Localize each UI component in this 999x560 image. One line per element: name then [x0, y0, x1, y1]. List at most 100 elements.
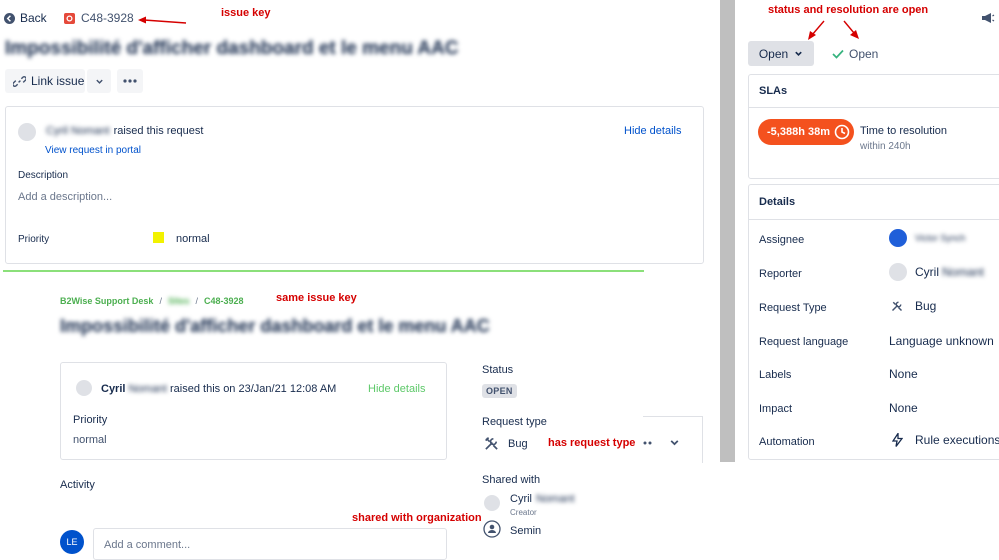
detail-value-impact[interactable]: None	[889, 401, 918, 415]
detail-label-impact: Impact	[759, 403, 793, 415]
commenter-initials: LE	[66, 537, 78, 547]
detail-label-request-type: Request Type	[759, 302, 827, 314]
description-label: Description	[18, 170, 69, 181]
request-details-card: Cyril Nomant raised this request View re…	[5, 106, 704, 264]
portal-reporter-last: Nomant	[128, 383, 167, 395]
sla-time: -5,388h 38m	[767, 126, 830, 138]
reporter-last: Nomant	[942, 265, 985, 279]
link-issue-button[interactable]: Link issue	[5, 69, 85, 93]
assignee-avatar	[889, 229, 907, 247]
detail-label-request-language: Request language	[759, 336, 849, 348]
portal-hide-details-link[interactable]: Hide details	[368, 383, 425, 395]
detail-label-automation: Automation	[759, 436, 815, 448]
annotation-same-issue-key: same issue key	[276, 292, 357, 304]
annotation-has-request-type: has request type	[548, 437, 636, 449]
request-type-label: Request type	[482, 416, 547, 428]
breadcrumb-item-key[interactable]: C48-3928	[204, 296, 244, 306]
portal-title: Impossibilité d'afficher dashboard et le…	[60, 316, 490, 336]
reporter-avatar	[889, 263, 907, 281]
activity-heading: Activity	[60, 479, 95, 491]
check-icon	[832, 49, 844, 59]
link-icon	[13, 75, 26, 88]
detail-label-assignee: Assignee	[759, 234, 805, 246]
overlapped-panel-fragment	[643, 416, 703, 463]
portal-raised-on: raised this on 23/Jan/21 12:08 AM	[170, 383, 337, 395]
description-input[interactable]: Add a description...	[18, 191, 112, 203]
annotation-issue-key: issue key	[221, 7, 271, 19]
status-label: Status	[482, 364, 514, 376]
hide-details-link[interactable]: Hide details	[624, 125, 681, 137]
portal-request-card: Cyril Nomant raised this on 23/Jan/21 12…	[60, 362, 447, 460]
portal-priority-value: normal	[73, 434, 107, 446]
back-label: Back	[20, 11, 47, 25]
more-actions-button[interactable]	[117, 69, 143, 93]
bolt-icon	[892, 433, 903, 447]
detail-value-request-type[interactable]: Bug	[891, 299, 936, 313]
sla-name: Time to resolution	[860, 125, 948, 137]
resolution-value: Open	[849, 47, 879, 61]
detail-label-reporter: Reporter	[759, 268, 802, 280]
issue-key: C48-3928	[81, 11, 134, 25]
priority-label: Priority	[18, 234, 50, 245]
annotation-shared-with-organization: shared with organization	[352, 512, 482, 524]
shared-creator-name: Cyril	[510, 493, 532, 505]
issue-title: Impossibilité d'afficher dashboard et le…	[5, 38, 459, 59]
panel-divider	[720, 0, 735, 462]
request-type-value: Bug	[508, 437, 528, 450]
chevron-down-icon[interactable]	[669, 437, 680, 448]
priority-color-swatch	[153, 232, 164, 243]
link-issue-label: Link issue	[31, 74, 85, 88]
sla-time-badge: -5,388h 38m	[758, 119, 854, 145]
detail-value-reporter[interactable]: Cyril Nomant	[889, 263, 984, 281]
annotation-arrow-issue-key	[136, 14, 188, 32]
more-icon	[643, 441, 653, 445]
issue-type-icon	[64, 12, 75, 24]
shared-with-label: Shared with	[482, 474, 541, 486]
slas-panel: SLAs -5,388h 38m Time to resolution with…	[748, 74, 999, 179]
assignee-name: Victor Synch	[915, 233, 966, 243]
status-lozenge: OPEN	[482, 384, 517, 398]
tools-icon	[891, 300, 903, 312]
breadcrumb: B2Wise Support Desk / Sites / C48-3928	[60, 296, 244, 306]
shared-creator-avatar	[484, 495, 500, 511]
portal-reporter-first: Cyril	[101, 383, 126, 395]
comment-placeholder: Add a comment...	[104, 539, 191, 551]
shared-org-name: Semin	[510, 525, 542, 537]
priority-value: normal	[176, 233, 210, 245]
reporter-avatar	[18, 123, 36, 141]
reporter-name: Cyril Nomant	[46, 125, 110, 137]
clock-icon	[834, 124, 850, 140]
annotation-status-resolution: status and resolution are open	[768, 4, 929, 16]
automation-value: Rule executions	[915, 433, 999, 447]
slas-title: SLAs	[759, 85, 788, 97]
detail-value-automation[interactable]: Rule executions	[892, 433, 999, 447]
shared-creator-name-blur: Nomant	[536, 493, 575, 505]
more-icon	[123, 79, 137, 83]
comment-input[interactable]: Add a comment...	[93, 528, 447, 560]
commenter-avatar: LE	[60, 530, 84, 554]
detail-label-labels: Labels	[759, 369, 792, 381]
portal-priority-label: Priority	[73, 414, 108, 426]
issue-key-link[interactable]: C48-3928	[64, 11, 134, 25]
raised-text: raised this request	[113, 125, 204, 137]
back-arrow-icon	[4, 12, 15, 24]
shared-creator-role: Creator	[510, 508, 537, 517]
breadcrumb-item-sites[interactable]: Sites	[168, 296, 190, 306]
sla-target: within 240h	[860, 141, 911, 152]
details-title: Details	[759, 196, 796, 208]
back-button[interactable]: Back	[4, 11, 47, 25]
view-request-in-portal-link[interactable]: View request in portal	[45, 145, 141, 156]
link-issue-dropdown[interactable]	[87, 69, 111, 93]
detail-value-request-language[interactable]: Language unknown	[889, 334, 994, 348]
portal-reporter-avatar	[76, 380, 92, 396]
detail-value-labels[interactable]: None	[889, 367, 918, 381]
detail-value-assignee[interactable]: Victor Synch	[889, 229, 965, 247]
green-separator	[3, 270, 644, 272]
resolution-indicator: Open	[832, 47, 878, 61]
breadcrumb-item-desk[interactable]: B2Wise Support Desk	[60, 296, 153, 306]
feedback-megaphone-icon[interactable]	[981, 11, 995, 25]
chevron-down-icon	[794, 49, 803, 58]
annotation-arrows-status	[804, 17, 864, 48]
tools-icon	[484, 436, 499, 451]
reporter-first: Cyril	[915, 265, 939, 279]
